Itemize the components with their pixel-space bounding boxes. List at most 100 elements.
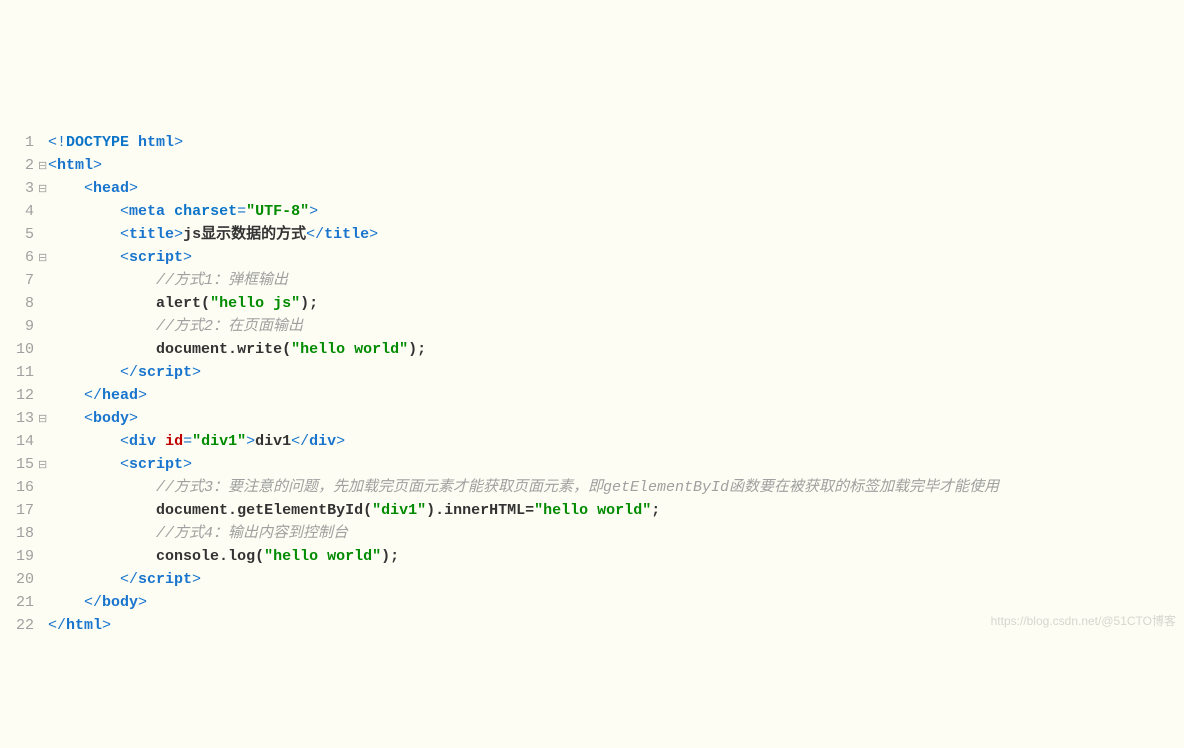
code-content: <div id="div1">div1</div> <box>48 431 1184 453</box>
line-number: 15 <box>0 454 38 476</box>
code-line: 11 </script> <box>0 362 1184 385</box>
code-line: 17 document.getElementById("div1").inner… <box>0 500 1184 523</box>
fold-marker <box>38 593 48 615</box>
token: . <box>228 341 237 358</box>
code-content: <meta charset="UTF-8"> <box>48 201 1184 223</box>
code-line: 5 <title>js显示数据的方式</title> <box>0 224 1184 247</box>
token: html <box>66 617 102 634</box>
token: </ <box>306 226 324 243</box>
code-line: 8 alert("hello js"); <box>0 293 1184 316</box>
token: < <box>120 456 129 473</box>
token: title <box>129 226 174 243</box>
token: body <box>93 410 129 427</box>
code-content: <script> <box>48 247 1184 269</box>
line-number: 22 <box>0 615 38 637</box>
code-content: <title>js显示数据的方式</title> <box>48 224 1184 246</box>
code-content: document.getElementById("div1").innerHTM… <box>48 500 1184 522</box>
code-content: <!DOCTYPE html> <box>48 132 1184 154</box>
code-line: 19 console.log("hello world"); <box>0 546 1184 569</box>
line-number: 13 <box>0 408 38 430</box>
code-line: 12 </head> <box>0 385 1184 408</box>
code-content: //方式4：输出内容到控制台 <box>48 523 1184 545</box>
token <box>129 134 138 151</box>
token: "UTF-8" <box>246 203 309 220</box>
token: script <box>138 364 192 381</box>
token: > <box>192 364 201 381</box>
token: </ <box>48 617 66 634</box>
token: alert <box>156 295 201 312</box>
code-line: 13⊟ <body> <box>0 408 1184 431</box>
fold-marker <box>38 294 48 316</box>
token: . <box>228 502 237 519</box>
fold-marker[interactable]: ⊟ <box>38 248 48 270</box>
token: > <box>336 433 345 450</box>
token: > <box>192 571 201 588</box>
fold-marker <box>38 133 48 155</box>
line-number: 14 <box>0 431 38 453</box>
token: . <box>219 548 228 565</box>
token: id <box>165 433 183 450</box>
token: ( <box>282 341 291 358</box>
token: head <box>102 387 138 404</box>
token: > <box>138 594 147 611</box>
token: DOCTYPE <box>66 134 129 151</box>
fold-marker <box>38 363 48 385</box>
fold-marker <box>38 501 48 523</box>
token: document <box>156 502 228 519</box>
token: script <box>129 249 183 266</box>
token: "div1" <box>192 433 246 450</box>
token: //方式2：在页面输出 <box>156 318 303 335</box>
code-line: 2⊟<html> <box>0 155 1184 178</box>
token: "div1" <box>372 502 426 519</box>
code-line: 20 </script> <box>0 569 1184 592</box>
token: html <box>138 134 174 151</box>
token: document <box>156 341 228 358</box>
token: </ <box>291 433 309 450</box>
fold-marker[interactable]: ⊟ <box>38 455 48 477</box>
code-content: <script> <box>48 454 1184 476</box>
fold-marker <box>38 478 48 500</box>
fold-marker <box>38 271 48 293</box>
token: console <box>156 548 219 565</box>
code-content: //方式3：要注意的问题，先加载完页面元素才能获取页面元素，即getElemen… <box>48 477 1184 499</box>
token: > <box>129 410 138 427</box>
token: div <box>309 433 336 450</box>
token: getElementById <box>237 502 363 519</box>
token: > <box>174 134 183 151</box>
code-line: 1 <!DOCTYPE html> <box>0 132 1184 155</box>
token: > <box>369 226 378 243</box>
token: < <box>84 180 93 197</box>
line-number: 18 <box>0 523 38 545</box>
token: < <box>120 433 129 450</box>
fold-marker[interactable]: ⊟ <box>38 156 48 178</box>
line-number: 12 <box>0 385 38 407</box>
token: > <box>246 433 255 450</box>
line-number: 20 <box>0 569 38 591</box>
token: > <box>129 180 138 197</box>
code-content: console.log("hello world"); <box>48 546 1184 568</box>
token: > <box>183 456 192 473</box>
line-number: 1 <box>0 132 38 154</box>
fold-marker[interactable]: ⊟ <box>38 409 48 431</box>
fold-marker <box>38 317 48 339</box>
token: > <box>93 157 102 174</box>
token: > <box>102 617 111 634</box>
code-content: alert("hello js"); <box>48 293 1184 315</box>
token: //方式3：要注意的问题，先加载完页面元素才能获取页面元素，即getElemen… <box>156 479 999 496</box>
token: body <box>102 594 138 611</box>
token: </ <box>84 387 102 404</box>
token: "hello world" <box>534 502 651 519</box>
fold-marker <box>38 524 48 546</box>
fold-marker[interactable]: ⊟ <box>38 179 48 201</box>
line-number: 16 <box>0 477 38 499</box>
token: ); <box>381 548 399 565</box>
line-number: 21 <box>0 592 38 614</box>
code-content: //方式2：在页面输出 <box>48 316 1184 338</box>
code-line: 10 document.write("hello world"); <box>0 339 1184 362</box>
code-line: 7 //方式1：弹框输出 <box>0 270 1184 293</box>
fold-marker <box>38 340 48 362</box>
code-content: </script> <box>48 362 1184 384</box>
line-number: 6 <box>0 247 38 269</box>
code-line: 18 //方式4：输出内容到控制台 <box>0 523 1184 546</box>
token: = <box>525 502 534 519</box>
